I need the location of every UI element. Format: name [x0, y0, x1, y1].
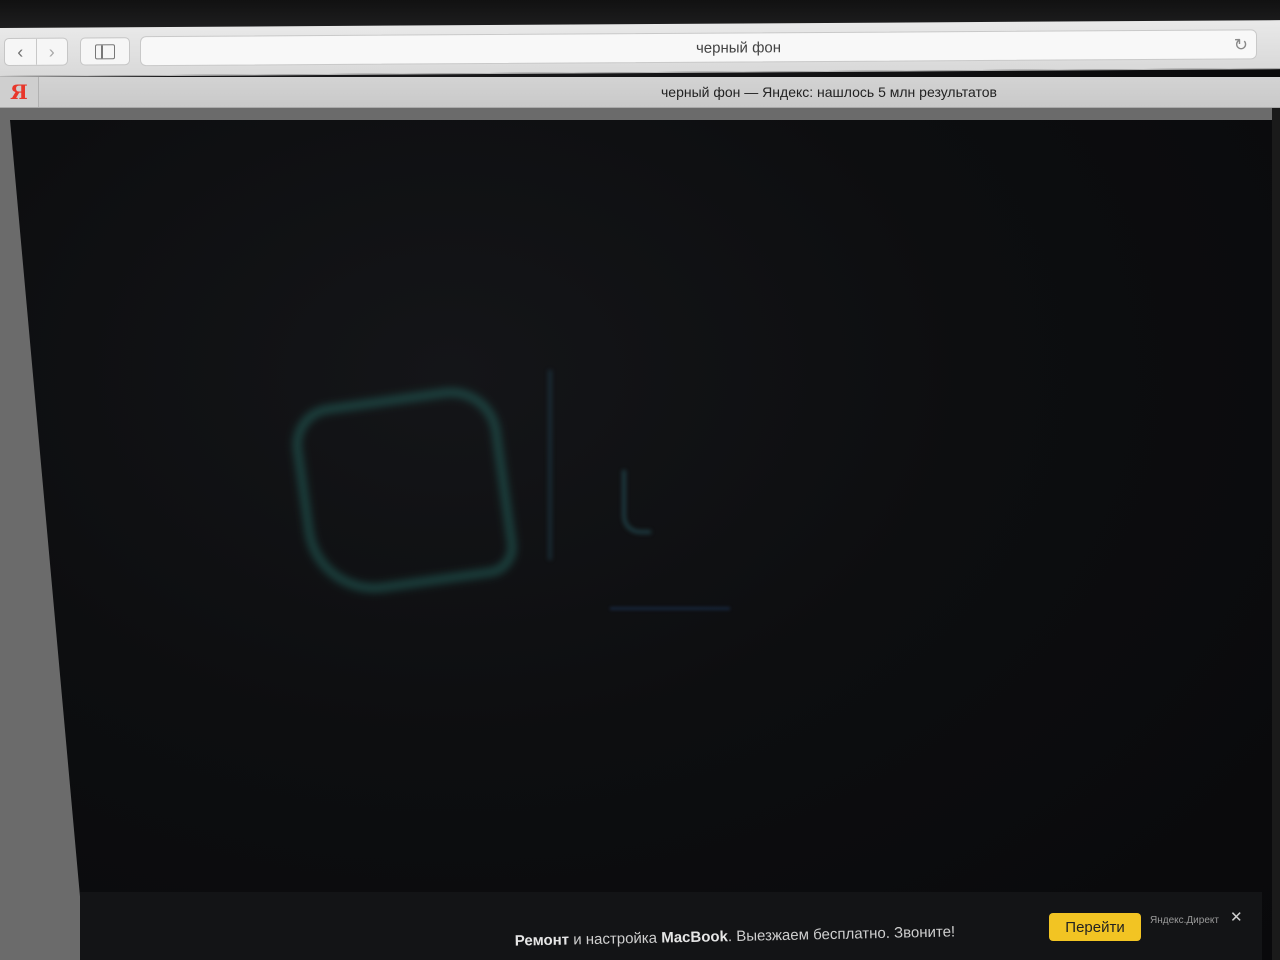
ad-text-mid: и настройка — [568, 929, 662, 949]
sidebar-icon — [95, 43, 115, 59]
yandex-logo-icon: Я — [10, 80, 28, 104]
screen-reflection — [548, 370, 552, 560]
back-button[interactable]: ‹ — [5, 39, 36, 65]
screen-reflection — [610, 607, 730, 610]
close-icon[interactable]: ✕ — [1230, 908, 1243, 926]
go-button[interactable]: Перейти — [1049, 913, 1141, 941]
monitor-edge — [1272, 108, 1280, 960]
forward-button[interactable]: › — [35, 38, 67, 65]
browser-toolbar: ‹ › черный фон ↻ — [0, 20, 1280, 77]
address-bar[interactable]: черный фон ↻ — [140, 29, 1257, 67]
tab-title[interactable]: черный фон — Яндекс: нашлось 5 млн резул… — [38, 84, 1280, 100]
reload-icon[interactable]: ↻ — [1234, 35, 1248, 55]
screen-reflection — [622, 470, 651, 534]
yandex-pinned-tab[interactable]: Я — [0, 77, 39, 107]
screen-reflection — [287, 381, 521, 602]
black-page-content — [10, 120, 1272, 960]
address-text: черный фон — [695, 39, 782, 57]
navigation-buttons: ‹ › — [4, 37, 68, 66]
ad-source-label: Яндекс.Директ — [1150, 915, 1219, 926]
tab-bar: Я черный фон — Яндекс: нашлось 5 млн рез… — [0, 77, 1280, 108]
chevron-right-icon: › — [48, 41, 55, 62]
ad-text-brand: MacBook — [661, 928, 729, 947]
chevron-left-icon: ‹ — [17, 41, 24, 62]
sidebar-toggle-button[interactable] — [80, 37, 130, 66]
photo-scene: ‹ › черный фон ↻ Я черный фон — Яндекс: … — [0, 0, 1280, 960]
ad-text-start: Ремонт — [514, 931, 570, 950]
